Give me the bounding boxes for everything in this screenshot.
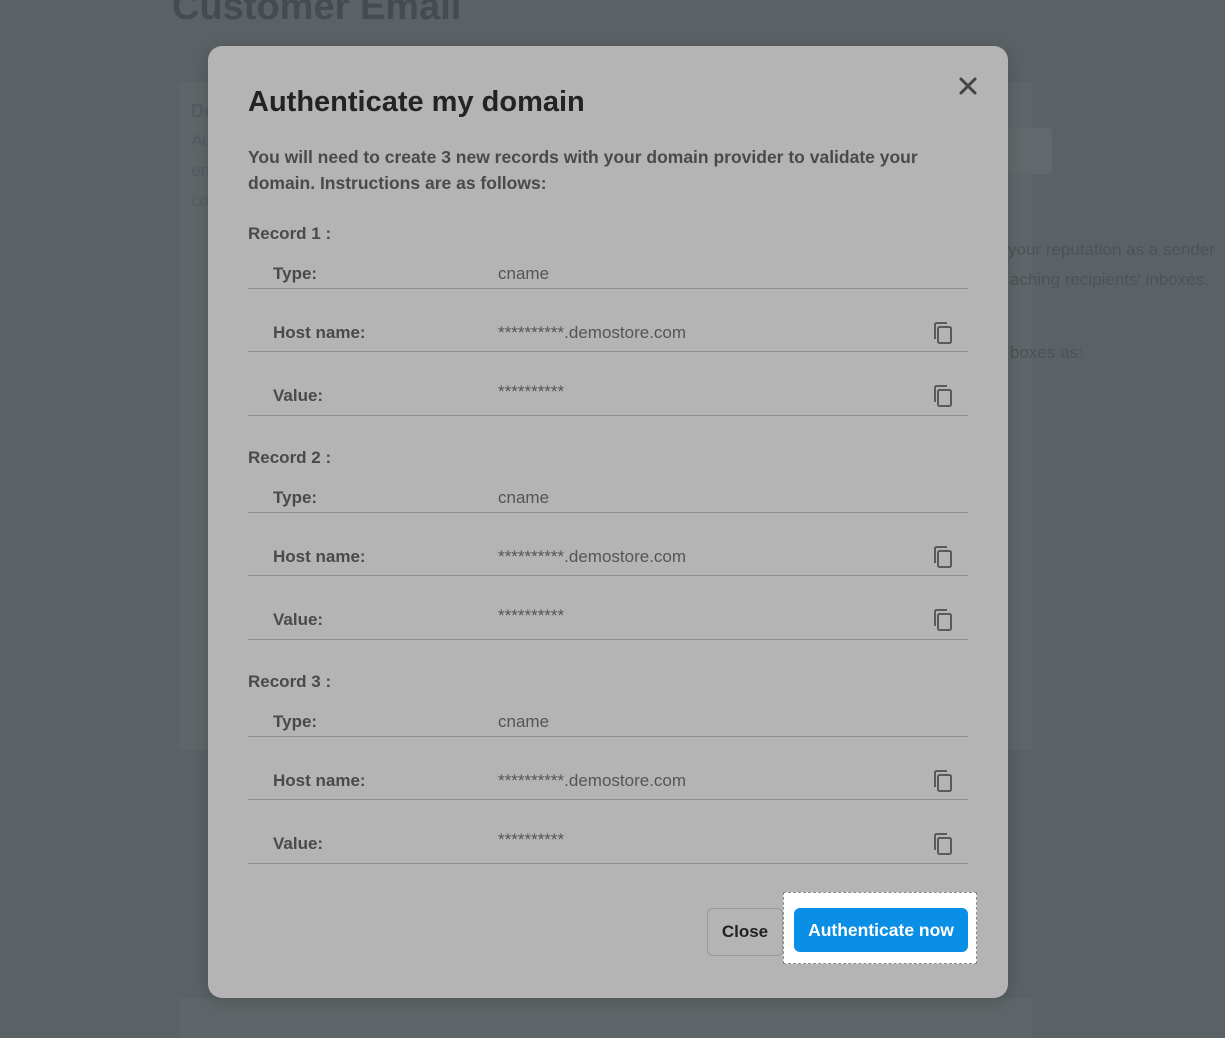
record-1-title: Record 1 : [248, 224, 332, 243]
copy-icon[interactable] [932, 545, 954, 569]
background-card-footer [180, 998, 1032, 1038]
record-2-value-row: Value: ********** [248, 576, 968, 640]
modal-title: Authenticate my domain [248, 86, 585, 118]
copy-icon[interactable] [932, 608, 954, 632]
value-label: Value: [273, 610, 324, 629]
copy-icon[interactable] [932, 769, 954, 793]
value-value: ********** [498, 606, 565, 625]
record-1-type-row: Type: cname [248, 250, 968, 289]
type-value: cname [498, 712, 550, 731]
copy-icon[interactable] [932, 832, 954, 856]
record-2-host-row: Host name: **********.demostore.com [248, 513, 968, 576]
modal-description: You will need to create 3 new records wi… [248, 147, 918, 193]
host-name-label: Host name: [273, 771, 366, 790]
page-title: Customer Email [172, 0, 462, 28]
record-3-title: Record 3 : [248, 672, 332, 691]
host-name-value: **********.demostore.com [498, 771, 687, 790]
value-label: Value: [273, 386, 324, 405]
record-3-type-row: Type: cname [248, 698, 968, 737]
close-icon[interactable] [956, 74, 980, 98]
background-fragment: aching recipients' inboxes. [1010, 270, 1209, 289]
value-label: Value: [273, 834, 324, 853]
record-2-type-row: Type: cname [248, 474, 968, 513]
record-1-value-row: Value: ********** [248, 352, 968, 416]
record-1-host-row: Host name: **********.demostore.com [248, 289, 968, 352]
background-fragment: your reputation as a sender [1008, 240, 1215, 259]
record-2-title: Record 2 : [248, 448, 332, 467]
background-fragment: boxes as: [1010, 343, 1083, 362]
value-value: ********** [498, 382, 565, 401]
record-3-value-row: Value: ********** [248, 800, 968, 864]
value-value: ********** [498, 830, 565, 849]
authenticate-domain-modal: Authenticate my domain You will need to … [208, 46, 1008, 998]
type-value: cname [498, 488, 550, 507]
host-name-label: Host name: [273, 323, 366, 342]
close-button[interactable]: Close [707, 908, 783, 956]
type-label: Type: [273, 712, 318, 731]
host-name-label: Host name: [273, 547, 366, 566]
host-name-value: **********.demostore.com [498, 323, 687, 342]
copy-icon[interactable] [932, 384, 954, 408]
type-label: Type: [273, 264, 318, 283]
type-label: Type: [273, 488, 318, 507]
record-3-host-row: Host name: **********.demostore.com [248, 737, 968, 800]
copy-icon[interactable] [932, 321, 954, 345]
host-name-value: **********.demostore.com [498, 547, 687, 566]
authenticate-now-button[interactable]: Authenticate now [794, 908, 968, 952]
type-value: cname [498, 264, 550, 283]
